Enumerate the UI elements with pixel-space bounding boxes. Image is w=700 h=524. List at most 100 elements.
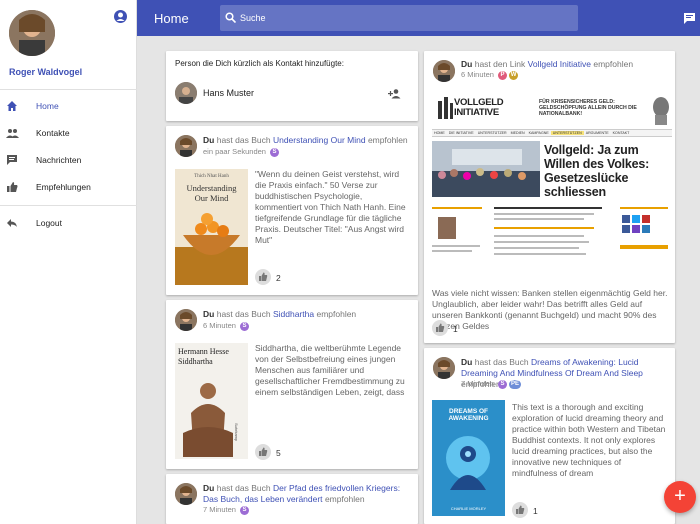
user-avatar[interactable] <box>175 483 197 505</box>
badge[interactable]: PE <box>509 379 522 389</box>
add-button[interactable]: + <box>664 481 696 513</box>
thumb-up-icon <box>516 505 525 514</box>
like-count: 1 <box>533 506 538 516</box>
suffix: empfohlen <box>324 494 365 504</box>
site-nav-item: KAMPAGNE <box>528 131 549 135</box>
verb: hast das Buch <box>216 483 271 493</box>
sidebar-item-label: Empfehlungen <box>36 182 91 192</box>
cover-author: Thich Nhat Hanh <box>194 174 229 179</box>
user-avatar[interactable] <box>433 357 455 379</box>
user-avatar[interactable] <box>175 135 197 157</box>
timestamp: 6 Minuten PW <box>461 70 519 80</box>
like-button[interactable] <box>255 444 271 460</box>
sidebar-item-home[interactable]: Home <box>0 95 137 117</box>
cover-art <box>175 213 248 285</box>
account-circle-icon[interactable] <box>114 10 127 23</box>
item-link[interactable]: Understanding Our Mind <box>273 135 366 145</box>
user-avatar[interactable] <box>175 309 197 331</box>
reply-icon <box>5 216 19 230</box>
cover-author: CHARLIE MORLEY <box>450 506 487 511</box>
like-count: 1 <box>453 324 458 334</box>
badge[interactable]: S <box>270 147 280 157</box>
thumb-up-icon <box>5 180 19 194</box>
cover-author: Suhrkamp <box>234 423 239 442</box>
verb: hast das Buch <box>474 357 529 367</box>
cover-title: DREAMS OF AWAKENING <box>448 408 489 422</box>
timestamp: 6 Minuten S <box>203 321 250 331</box>
like-button[interactable] <box>512 502 528 518</box>
thumb-up-icon <box>259 447 268 456</box>
feed-meta: Du hast das Buch Der Pfad des friedvolle… <box>203 483 408 505</box>
actor: Du <box>461 357 473 367</box>
divider <box>0 205 137 206</box>
badge[interactable]: S <box>240 321 250 331</box>
sidebar-item-empfehlungen[interactable]: Empfehlungen <box>0 176 137 198</box>
badge[interactable]: S <box>498 379 508 389</box>
sidebar-item-label: Kontakte <box>36 128 70 138</box>
actor: Du <box>203 483 215 493</box>
logo-mark-icon <box>438 97 453 119</box>
contact-avatar[interactable] <box>175 82 197 104</box>
cover-art <box>179 373 237 457</box>
message-icon[interactable] <box>683 12 696 24</box>
feed-card: Du hast das Buch Understanding Our Mind … <box>166 126 418 295</box>
cover-title: Understanding Our Mind <box>186 183 237 203</box>
cover-title: Hermann Hesse Siddhartha <box>178 347 229 366</box>
book-cover[interactable]: DREAMS OF AWAKENING CHARLIE MORLEY <box>432 400 505 516</box>
feed-card: Du hast das Buch Dreams of Awakening: Lu… <box>424 348 675 524</box>
user-name: Roger Waldvogel <box>9 67 83 77</box>
verb: hast das Buch <box>216 309 271 319</box>
avatar[interactable] <box>9 10 55 56</box>
feed-card: Du hast das Buch Siddhartha empfohlen 6 … <box>166 300 418 469</box>
time-text: 6 Minuten <box>203 321 236 330</box>
sidebar-item-nachrichten[interactable]: Nachrichten <box>0 149 137 171</box>
site-nav-item: UNTERSTÜTZEN <box>550 131 584 135</box>
thumb-up-icon <box>436 323 445 332</box>
contact-name[interactable]: Hans Muster <box>203 88 254 98</box>
badge[interactable]: S <box>240 505 250 515</box>
item-link[interactable]: Siddhartha <box>273 309 314 319</box>
page-title: Home <box>154 11 189 26</box>
like-count: 2 <box>276 273 281 283</box>
site-headline: Vollgeld: Ja zum Willen des Volkes: Gese… <box>544 143 650 199</box>
verb: hast das Buch <box>216 135 271 145</box>
actor: Du <box>461 59 473 69</box>
site-nav-item: DIE INITIATIVE <box>448 131 474 135</box>
time-text: ein paar Sekunden <box>203 147 266 156</box>
book-cover[interactable]: Hermann Hesse Siddhartha Suhrkamp <box>175 343 248 459</box>
book-description: Siddhartha, die weltberühmte Legende von… <box>255 343 405 397</box>
add-contact-icon[interactable] <box>388 88 401 99</box>
statue-image <box>653 97 669 125</box>
badge[interactable]: W <box>509 70 519 80</box>
link-preview[interactable]: VOLLGELD INITIATIVE FÜR KRISENSICHERES G… <box>432 91 672 287</box>
top-app-bar: Home Suche <box>137 0 700 36</box>
book-cover[interactable]: Thich Nhat Hanh Understanding Our Mind <box>175 169 248 285</box>
like-button[interactable] <box>432 320 448 336</box>
site-nav: HOME DIE INITIATIVE UNTERSTÜTZER MEDIEN … <box>432 129 672 137</box>
suffix: empfohlen <box>367 135 408 145</box>
timestamp: 7 Minuten S PE <box>461 379 522 389</box>
item-link[interactable]: Vollgeld Initiative <box>528 59 591 69</box>
site-nav-item: HOME <box>434 131 445 135</box>
site-nav-item: KONTAKT <box>612 131 630 135</box>
timestamp: ein paar Sekunden S <box>203 147 280 157</box>
recent-contact-card: Person die Dich kürzlich als Kontakt hin… <box>166 51 418 121</box>
search-placeholder: Suche <box>240 13 266 23</box>
site-content <box>432 203 672 287</box>
sidebar-item-label: Home <box>36 101 59 111</box>
search-input[interactable]: Suche <box>220 5 578 31</box>
like-button[interactable] <box>255 269 271 285</box>
badge[interactable]: P <box>498 70 508 80</box>
actor: Du <box>203 309 215 319</box>
sidebar-item-label: Logout <box>36 218 62 228</box>
actor: Du <box>203 135 215 145</box>
site-nav-item: ARGUMENTE <box>585 131 609 135</box>
user-avatar[interactable] <box>433 60 455 82</box>
sidebar-item-kontakte[interactable]: Kontakte <box>0 122 137 144</box>
feed-card: Du hast den Link Vollgeld Initiative emp… <box>424 51 675 343</box>
sidebar-item-logout[interactable]: Logout <box>0 212 137 234</box>
time-text: 6 Minuten <box>461 70 494 79</box>
search-icon <box>225 12 236 23</box>
cover-art <box>446 436 490 490</box>
time-text: 7 Minuten <box>203 505 236 514</box>
